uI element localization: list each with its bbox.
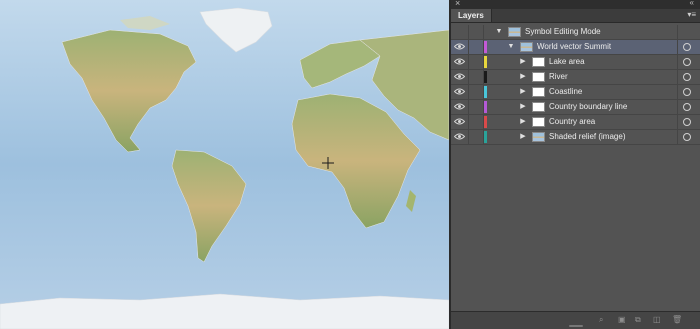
lock-toggle[interactable] [469, 70, 484, 84]
visibility-toggle[interactable] [451, 115, 469, 129]
eye-icon [454, 133, 465, 140]
disclosure-collapsed-icon[interactable]: ▶ [519, 100, 527, 114]
eye-icon [454, 103, 465, 110]
layer-color-strip [484, 41, 487, 53]
eye-icon [454, 58, 465, 65]
panel-menu-icon[interactable]: ▾≡ [687, 10, 696, 19]
disclosure-collapsed-icon[interactable]: ▶ [519, 85, 527, 99]
column-divider [677, 85, 678, 99]
layer-thumbnail [508, 27, 521, 37]
target-circle-icon[interactable] [683, 118, 691, 126]
layer-name[interactable]: Coastline [549, 85, 582, 99]
lock-toggle[interactable] [469, 55, 484, 69]
lock-toggle[interactable] [469, 85, 484, 99]
layer-thumbnail [520, 42, 533, 52]
column-divider [677, 25, 678, 39]
layer-row[interactable]: ▶ Country boundary line [451, 100, 700, 115]
disclosure-collapsed-icon[interactable]: ▶ [519, 130, 527, 144]
layer-name[interactable]: Lake area [549, 55, 585, 69]
disclosure-expanded-icon[interactable]: ▼ [495, 25, 503, 39]
layer-color-strip [484, 131, 487, 143]
layer-thumbnail [532, 132, 545, 142]
layers-list: ▼ Symbol Editing Mode ▼ World vector Summit… [451, 25, 700, 145]
layer-row[interactable]: ▶ Country area [451, 115, 700, 130]
lock-toggle[interactable] [469, 130, 484, 144]
layer-name[interactable]: Country boundary line [549, 100, 627, 114]
visibility-toggle[interactable] [451, 70, 469, 84]
eye-icon [454, 118, 465, 125]
layer-thumbnail [532, 102, 545, 112]
target-circle-icon[interactable] [683, 88, 691, 96]
layer-row[interactable]: ▶ River [451, 70, 700, 85]
close-icon[interactable]: × [455, 0, 460, 8]
layer-row[interactable]: ▼ Symbol Editing Mode [451, 25, 700, 40]
column-divider [677, 55, 678, 69]
world-map [0, 0, 449, 329]
layer-color-strip [484, 86, 487, 98]
layer-color-strip [484, 101, 487, 113]
trash-icon[interactable]: 🗑 [672, 315, 682, 324]
disclosure-collapsed-icon[interactable]: ▶ [519, 55, 527, 69]
target-circle-icon[interactable] [683, 58, 691, 66]
layer-thumbnail [532, 87, 545, 97]
column-divider [677, 115, 678, 129]
layer-name[interactable]: River [549, 70, 568, 84]
collapse-icon[interactable]: « [690, 0, 695, 7]
visibility-toggle[interactable] [451, 25, 469, 39]
disclosure-collapsed-icon[interactable]: ▶ [519, 70, 527, 84]
layer-name[interactable]: Symbol Editing Mode [525, 25, 601, 39]
layer-name[interactable]: Country area [549, 115, 595, 129]
eye-icon [454, 88, 465, 95]
column-divider [677, 70, 678, 84]
eye-icon [454, 73, 465, 80]
lock-toggle[interactable] [469, 100, 484, 114]
eye-icon [454, 43, 465, 50]
layer-thumbnail [532, 57, 545, 67]
column-divider [677, 40, 678, 54]
new-layer-icon[interactable]: ◫ [653, 315, 661, 324]
panel-tabrow: Layers ▾≡ [451, 9, 700, 23]
visibility-toggle[interactable] [451, 100, 469, 114]
layer-row[interactable]: ▶ Lake area [451, 55, 700, 70]
layer-color-strip [484, 56, 487, 68]
panel-titlebar: × « [451, 0, 700, 9]
resize-grip[interactable] [569, 325, 583, 327]
layer-name[interactable]: Shaded relief (image) [549, 130, 625, 144]
target-circle-icon[interactable] [683, 43, 691, 51]
antarctica [0, 293, 449, 329]
visibility-toggle[interactable] [451, 130, 469, 144]
disclosure-expanded-icon[interactable]: ▼ [507, 40, 515, 54]
tab-layers[interactable]: Layers [451, 9, 492, 22]
target-circle-icon[interactable] [683, 133, 691, 141]
panel-footer: ⌕ ▣ ⧉ ◫ 🗑 [451, 311, 700, 329]
visibility-toggle[interactable] [451, 85, 469, 99]
layers-panel: × « Layers ▾≡ ▼ Symbol Editing Mode ▼ World… [449, 0, 700, 329]
layer-color-strip [484, 71, 487, 83]
layer-row[interactable]: ▼ World vector Summit [451, 40, 700, 55]
layer-thumbnail [532, 117, 545, 127]
lock-toggle[interactable] [469, 25, 484, 39]
search-icon[interactable]: ⌕ [599, 315, 603, 325]
layer-thumbnail [532, 72, 545, 82]
layer-color-strip [484, 116, 487, 128]
layer-row[interactable]: ▶ Shaded relief (image) [451, 130, 700, 145]
column-divider [677, 130, 678, 144]
visibility-toggle[interactable] [451, 55, 469, 69]
disclosure-collapsed-icon[interactable]: ▶ [519, 115, 527, 129]
make-clipping-mask-icon[interactable]: ▣ [618, 315, 626, 324]
layer-row[interactable]: ▶ Coastline [451, 85, 700, 100]
new-sublayer-icon[interactable]: ⧉ [635, 315, 641, 325]
column-divider [677, 100, 678, 114]
layer-name[interactable]: World vector Summit [537, 40, 611, 54]
visibility-toggle[interactable] [451, 40, 469, 54]
lock-toggle[interactable] [469, 40, 484, 54]
lock-toggle[interactable] [469, 115, 484, 129]
target-circle-icon[interactable] [683, 103, 691, 111]
map-canvas[interactable] [0, 0, 449, 329]
target-circle-icon[interactable] [683, 73, 691, 81]
